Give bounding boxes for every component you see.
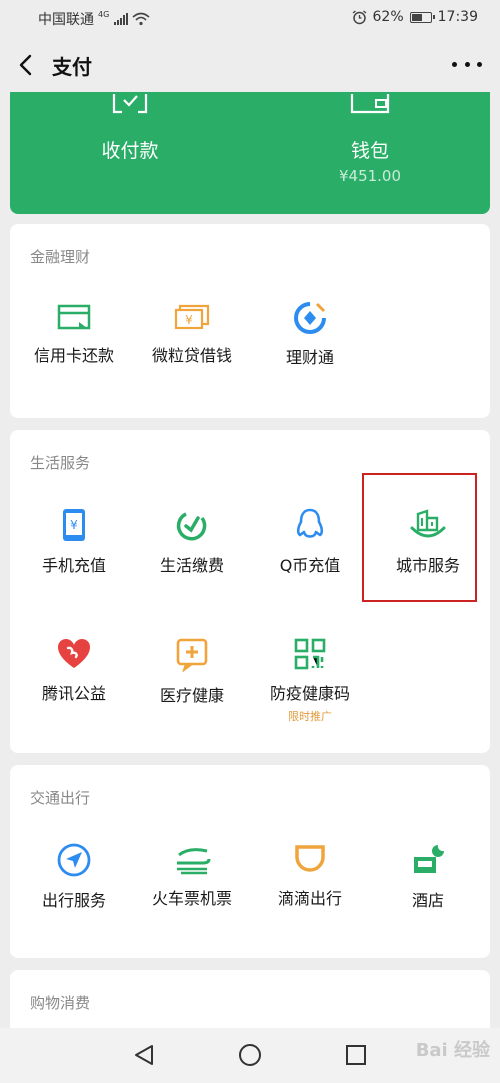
payment-header: 收付款 钱包 ¥451.00 [10,92,490,214]
highlight-box [362,473,477,602]
promo-tag: 限时推广 [288,710,332,723]
train-plane-icon [177,848,211,875]
nav-recents-icon[interactable] [344,1043,368,1067]
nav-bar: 支付 [0,36,500,94]
wallet-balance: ¥451.00 [338,167,402,185]
health-qr-icon [294,638,326,670]
finance-item-weilidai[interactable]: ¥ 微粒贷借钱 [133,302,251,366]
shopping-section: 购物消费 [10,970,490,1028]
battery-percent: 62% [372,9,404,25]
item-label: 生活缴费 [159,556,224,575]
utility-bill-icon [176,512,207,541]
item-label: 酒店 [411,891,444,910]
item-label: 手机充值 [41,556,106,575]
watermark: Bai 经验 [415,1040,490,1061]
signal-icon [114,13,129,25]
life-item-medical[interactable]: 医疗健康 [133,638,251,706]
hotel-bed-icon [414,845,444,873]
qr-scan-icon [112,94,148,114]
more-dots-icon[interactable] [452,52,482,76]
life-item-utility[interactable]: 生活缴费 [133,508,251,576]
item-label: 防疫健康码 [269,684,350,703]
status-bar: 中国联通 4G 62% 17:39 [0,0,500,36]
section-title-finance: 金融理财 [30,248,91,266]
section-title-life: 生活服务 [30,454,91,472]
wallet-button[interactable]: 钱包 ¥451.00 [250,92,490,214]
clock: 17:39 [437,9,478,25]
life-item-qcoin[interactable]: Q币充值 [251,508,369,576]
finance-section: 金融理财 信用卡还款 ¥ 微粒贷借钱 理财通 [10,224,490,418]
nav-back-icon[interactable] [132,1043,156,1067]
life-item-charity[interactable]: 腾讯公益 [15,638,133,704]
battery-icon [409,11,435,23]
life-item-phone-topup[interactable]: ¥ 手机充值 [15,508,133,576]
svg-text:¥: ¥ [70,518,78,532]
item-label: 火车票机票 [151,889,232,908]
item-label: 信用卡还款 [33,346,114,365]
wealth-icon [294,302,326,334]
didi-icon [295,845,325,872]
life-item-health-code[interactable]: 防疫健康码 限时推广 [251,638,369,724]
medical-plus-icon [176,638,208,672]
network-type: 4G [98,10,110,19]
yuan-bills-icon: ¥ [174,304,210,330]
wifi-icon [132,12,150,26]
section-title-shopping: 购物消费 [30,994,91,1012]
wallet-icon [350,94,390,114]
transport-item-hotel[interactable]: 酒店 [369,843,487,911]
item-label: 医疗健康 [159,686,224,705]
phone-topup-icon: ¥ [63,509,85,541]
item-label: 理财通 [285,348,334,367]
svg-text:¥: ¥ [185,313,193,327]
credit-card-icon [57,304,91,330]
transport-section: 交通出行 出行服务 火车票机票 滴滴出行 酒店 [10,765,490,958]
navigation-arrow-icon [57,843,91,877]
qq-penguin-icon [296,508,324,538]
pay-receive-label: 收付款 [101,140,159,162]
page-title: 支付 [52,55,92,79]
transport-item-travel[interactable]: 出行服务 [15,843,133,911]
item-label: Q币充值 [279,556,341,575]
transport-item-didi[interactable]: 滴滴出行 [251,843,369,909]
section-title-transport: 交通出行 [30,789,91,807]
nav-home-icon[interactable] [238,1043,262,1067]
finance-item-licaitong[interactable]: 理财通 [251,302,369,368]
item-label: 出行服务 [41,891,106,910]
charity-heart-icon [58,639,90,668]
item-label: 腾讯公益 [41,684,106,703]
finance-item-credit-card[interactable]: 信用卡还款 [15,302,133,366]
transport-item-tickets[interactable]: 火车票机票 [133,843,251,909]
pay-receive-button[interactable]: 收付款 [10,92,250,214]
back-chevron-icon[interactable] [14,50,40,80]
alarm-icon [352,9,366,24]
item-label: 滴滴出行 [277,889,342,908]
item-label: 微粒贷借钱 [151,346,232,365]
wallet-label: 钱包 [350,140,389,162]
carrier-name: 中国联通 [38,12,94,28]
